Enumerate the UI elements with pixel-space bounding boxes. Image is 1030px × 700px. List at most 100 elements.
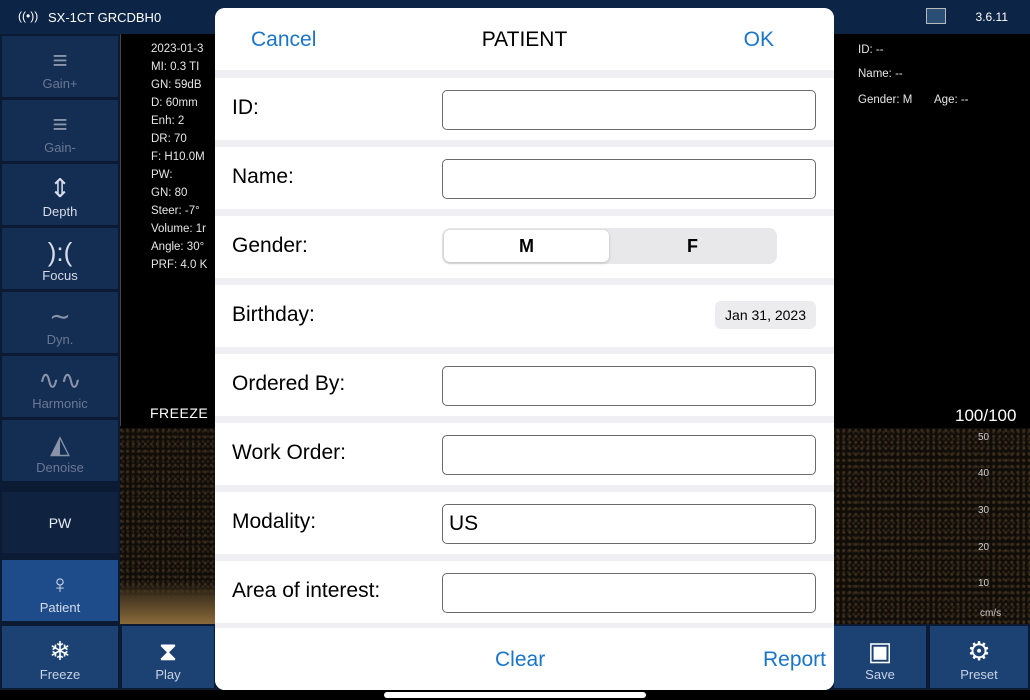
name-label: Name: — [232, 165, 294, 188]
dialog-title: PATIENT — [481, 28, 568, 51]
gain-plus-button[interactable]: ≡ Gain+ — [2, 36, 118, 98]
gender-segmented-control: M F — [442, 228, 777, 264]
param-pw: PW: — [151, 169, 173, 181]
param-date: 2023-01-3 — [151, 43, 204, 55]
work-order-field[interactable] — [442, 435, 816, 475]
denoise-icon: ◭ — [50, 429, 70, 459]
pw-label: PW — [48, 514, 72, 531]
name-field[interactable] — [442, 159, 816, 199]
birthday-label: Birthday: — [232, 303, 315, 326]
device-name: SX-1CT GRCDBH0 — [48, 10, 162, 25]
harmonic-icon: ∿∿ — [38, 365, 82, 395]
id-row: ID: — [215, 78, 834, 140]
doppler-spectrum-right — [830, 428, 1030, 624]
play-button[interactable]: ⧗ Play — [122, 626, 214, 688]
play-icon: ⧗ — [158, 636, 178, 666]
gender-option-f[interactable]: F — [610, 230, 775, 262]
dialog-footer: Clear Report — [215, 628, 834, 690]
birthday-row: Birthday: Jan 31, 2023 — [215, 285, 834, 347]
ordered-by-field[interactable] — [442, 366, 816, 406]
denoise-button[interactable]: ◭ Denoise — [2, 420, 118, 482]
dialog-header: Cancel PATIENT OK — [215, 8, 834, 70]
birthday-date-picker[interactable]: Jan 31, 2023 — [715, 301, 816, 329]
snowflake-icon: ❄ — [49, 636, 71, 666]
depth-label: Depth — [42, 204, 78, 219]
patient-dialog: Cancel PATIENT OK ID: Name: Gender: M F … — [215, 8, 834, 690]
dyn-label: Dyn. — [46, 332, 74, 347]
area-of-interest-field[interactable] — [442, 573, 816, 613]
app-version: 3.6.11 — [975, 10, 1008, 24]
scale-30: 30 — [978, 505, 990, 516]
spectrum-trace — [120, 582, 215, 624]
id-label: ID: — [232, 96, 259, 119]
gender-option-m[interactable]: M — [444, 230, 609, 262]
info-gender: Gender: M — [858, 94, 913, 106]
gender-row: Gender: M F — [215, 216, 834, 278]
patient-icon: ♀ — [50, 569, 70, 599]
info-age: Age: -- — [934, 94, 969, 106]
battery-icon — [926, 8, 946, 24]
gain-minus-label: Gain- — [44, 140, 76, 155]
gain-minus-icon: ≡ — [52, 109, 68, 139]
name-row: Name: — [215, 147, 834, 209]
param-gain: GN: 59dB — [151, 79, 202, 91]
patient-label: Patient — [39, 600, 81, 615]
clear-button[interactable]: Clear — [495, 648, 545, 672]
patient-info-panel: ID: -- Name: -- Gender: M Age: -- — [830, 34, 1030, 426]
param-volume: Volume: 1r — [151, 223, 206, 235]
gender-label: Gender: — [232, 234, 308, 257]
focus-button[interactable]: ):( Focus — [2, 228, 118, 290]
ordered-by-label: Ordered By: — [232, 372, 346, 395]
harmonic-label: Harmonic — [32, 396, 88, 411]
param-freq: F: H10.0M — [151, 151, 205, 163]
area-of-interest-row: Area of interest: — [215, 561, 834, 623]
patient-button[interactable]: ♀ Patient — [2, 560, 118, 622]
dynamic-range-icon: ∼ — [49, 301, 71, 331]
ordered-by-row: Ordered By: — [215, 354, 834, 416]
scale-20: 20 — [978, 542, 990, 553]
control-sidebar: ≡ Gain+ ≡ Gain- ⇕ Depth ):( Focus ∼ Dyn.… — [0, 34, 120, 624]
doppler-spectrum-left — [120, 428, 215, 624]
save-button[interactable]: ▣ Save — [834, 626, 926, 688]
area-of-interest-label: Area of interest: — [232, 579, 381, 602]
gear-icon: ⚙ — [967, 636, 991, 666]
scale-50: 50 — [978, 432, 990, 443]
harmonic-button[interactable]: ∿∿ Harmonic — [2, 356, 118, 418]
param-enh: Enh: 2 — [151, 115, 185, 127]
wireless-icon: ((•)) — [18, 9, 39, 23]
dyn-button[interactable]: ∼ Dyn. — [2, 292, 118, 354]
freeze-indicator: FREEZE — [150, 405, 209, 421]
ok-button[interactable]: OK — [744, 28, 774, 52]
parameter-panel: 2023-01-3 MI: 0.3 TI GN: 59dB D: 60mm En… — [120, 34, 230, 426]
scale-40: 40 — [978, 468, 990, 479]
save-icon: ▣ — [867, 636, 893, 666]
freeze-label: Freeze — [39, 667, 81, 682]
modality-field[interactable] — [442, 504, 816, 544]
depth-button[interactable]: ⇕ Depth — [2, 164, 118, 226]
id-field[interactable] — [442, 90, 816, 130]
param-pw-gain: GN: 80 — [151, 187, 188, 199]
gain-minus-button[interactable]: ≡ Gain- — [2, 100, 118, 162]
modality-label: Modality: — [232, 510, 317, 533]
info-name: Name: -- — [858, 68, 903, 80]
depth-icon: ⇕ — [49, 173, 71, 203]
param-depth: D: 60mm — [151, 97, 198, 109]
home-indicator[interactable] — [384, 692, 646, 698]
preset-button[interactable]: ⚙ Preset — [930, 626, 1028, 688]
param-steer: Steer: -7° — [151, 205, 200, 217]
gain-plus-icon: ≡ — [52, 45, 68, 75]
frame-counter: 100/100 — [955, 406, 1017, 425]
focus-icon: ):( — [47, 237, 73, 267]
preset-label: Preset — [960, 667, 998, 682]
work-order-label: Work Order: — [232, 441, 346, 464]
focus-label: Focus — [42, 268, 78, 283]
param-dr: DR: 70 — [151, 133, 187, 145]
freeze-button[interactable]: ❄ Freeze — [2, 626, 118, 688]
gain-plus-label: Gain+ — [42, 76, 78, 91]
work-order-row: Work Order: — [215, 423, 834, 485]
pw-button[interactable]: PW — [2, 492, 118, 554]
denoise-label: Denoise — [36, 460, 84, 475]
scale-10: 10 — [978, 578, 990, 589]
param-mi: MI: 0.3 TI — [151, 61, 200, 73]
report-button[interactable]: Report — [763, 648, 826, 672]
